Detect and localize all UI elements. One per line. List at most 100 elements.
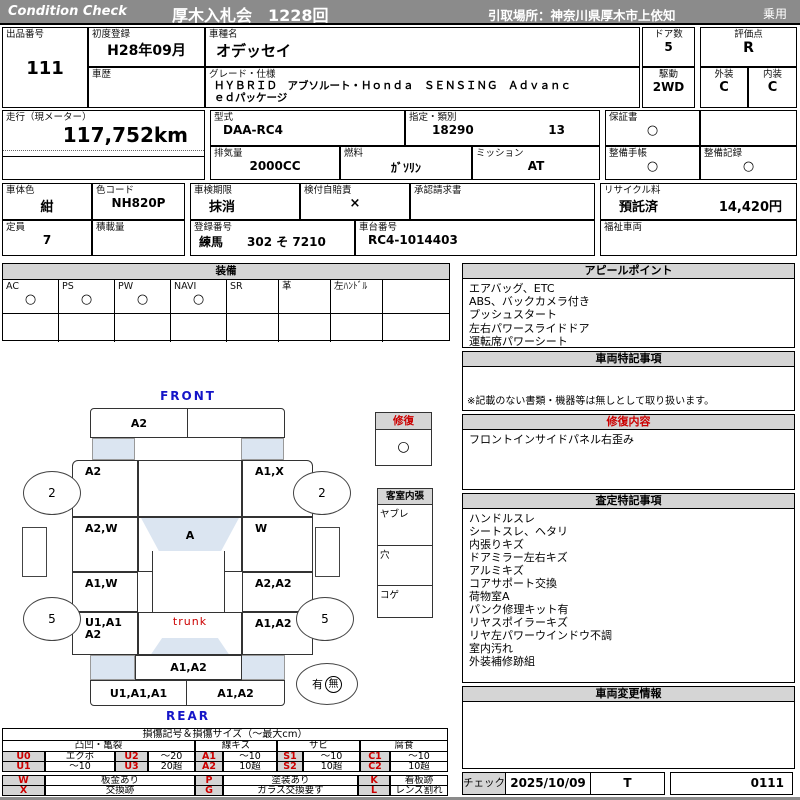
legend-size: 10超 [303,761,360,772]
check-label-cell: チェック [462,772,506,795]
lot-number-label: 出品番号 [6,29,45,40]
cabin-interior-title: 客室内張 [378,489,432,505]
registration-number-value: 練馬 302 そ 7210 [199,235,326,249]
lot-number-value: 111 [26,58,64,79]
score-value: R [743,40,754,56]
equip-label: SR [230,281,243,292]
body-color-label: 車体色 [6,185,35,196]
maintenance-book-value: ○ [646,159,659,174]
interior-grade-value: C [767,80,778,95]
chassis-number-value: RC4-1014403 [368,233,458,247]
assessment-line: 荷物室A [469,590,510,603]
tail-corner-right-shade [240,655,285,680]
doors-cell: ドア数 5 [642,27,695,67]
cabin-interior-box: 客室内張 ヤブレ 穴 コゲ [377,488,433,618]
spare-tire-indicator: 有 無 [296,663,358,705]
capacity-label: 定員 [6,222,26,233]
lot-number-cell: 出品番号 111 [2,27,88,108]
assessment-line: 室内汚れ [469,642,513,655]
legend-desc: レンズ割れ [390,785,448,796]
model-code-cell: 型式 DAA-RC4 [210,110,405,146]
car-history-cell: 車歴 [88,67,205,108]
approval-label: 承認請求書 [414,185,462,196]
assessment-line: パンク修理キット有 [469,603,569,616]
equipment-row-empty [3,314,449,342]
maintenance-record-value: ○ [742,159,755,174]
equip-empty [383,314,449,342]
assessment-line: アルミキズ [469,564,524,577]
front-door-right-marks: W [255,522,268,535]
quarter-left-marks-1: U1,A1 [85,616,122,629]
header-bar: Condition Check 厚木入札会 1228回 引取場所：神奈川県厚木市… [0,0,800,25]
doors-label: ドア数 [654,29,683,40]
interior-grade-cell: 内装 C [748,67,797,108]
repair-detail-line: フロントインサイドパネル右歪み [469,433,634,446]
vehicle-notes-section: 車両特記事項 ※記載のない書類・機器等は無しとして取り扱います。 [462,351,795,411]
registration-number-cell: 登録番号 練馬 302 そ 7210 [190,220,355,256]
model-code-value: DAA-RC4 [223,123,283,137]
vehicle-notes-disclaimer: ※記載のない書類・機器等は無しとして取り扱います。 [467,396,715,407]
equipment-col-sr: SR [227,280,279,313]
model-name-label: 車種名 [209,29,238,40]
legend-size: ～10 [45,761,115,772]
vehicle-notes-title: 車両特記事項 [463,352,794,367]
payload-cell: 積載量 [92,220,185,256]
appeal-line: プッシュスタート [469,308,557,322]
appeal-line: エアバッグ、ETC [469,282,555,295]
equip-empty [331,314,383,342]
legend-code: U3 [115,761,148,772]
equip-mark: ○ [24,292,37,307]
designation-label: 指定・類別 [409,112,457,123]
assessment-notes-body: ハンドルスレ シートスレ、ヘタリ 内張りキズ ドアミラー左右キズ アルミキズ コ… [463,509,794,671]
cabin-interior-row-tear: ヤブレ [378,505,432,546]
rear-bumper-right-cell: A1,A2 [186,680,285,706]
trunk-label: trunk [172,615,208,628]
fuel-cell: 燃料 ｶﾞｿﾘﾝ [340,146,472,180]
body-color-value: 紺 [40,200,54,215]
designation-values: 18290 13 [406,123,599,137]
equip-empty [59,314,115,342]
tire-rear-left-mark: 5 [23,597,81,641]
assessment-line: 外装補修跡組 [469,655,535,668]
change-info-section: 車両変更情報 [462,686,795,769]
check-date: 2025/10/09 [506,773,591,794]
warranty-cell: 保証書 ○ [605,110,700,146]
assessment-line: ドアミラー左右キズ [469,551,568,564]
designation-cell: 指定・類別 18290 13 [405,110,600,146]
inspection-value: 抹消 [209,200,236,215]
appeal-line: 運転席パワーシート [469,334,568,348]
cabin-interior-row-burn: コゲ [380,590,400,601]
side-step-right [315,527,340,577]
appeal-points-body: エアバッグ、ETC ABS、バックカメラ付き プッシュスタート 左右パワースライ… [463,279,794,351]
displacement-cell: 排気量 2000CC [210,146,340,180]
rear-door-left-marks: A1,W [85,577,118,590]
quarter-left-cell: U1,A1 A2 [72,612,138,655]
quarter-left-marks-2: A2 [85,628,102,641]
score-cell: 評価点 R [700,27,797,67]
grade-line2: ｅｄパッケージ [214,92,288,104]
legend-size: 10超 [223,761,277,772]
score-label: 評価点 [734,29,763,40]
designation-no2: 13 [548,123,565,137]
exterior-grade-value: C [719,80,729,95]
first-registration-label: 初度登録 [92,29,131,40]
rear-door-left-cell: A1,W [72,572,138,612]
equip-label: AC [6,281,19,292]
equipment-table: 装備 AC ○ PS ○ PW ○ NAVI ○ SR 革 左ﾊﾝﾄﾞﾙ [2,263,450,342]
tire-rear-right-mark: 5 [296,597,354,641]
jibaiseki-cell: 検付自賠責 × [300,183,410,220]
displacement-value: 2000CC [249,159,301,173]
assessment-line: リヤスポイラーキズ [469,616,568,629]
legend-code: L [358,785,390,796]
legend-code: C2 [360,761,390,772]
equip-label: 革 [282,281,292,292]
grade-line1: ＨＹＢＲＩＤ アブソルート・Ｈｏｎｄａ ＳＥＮＳＩＮＧ Ａｄｖａｎｃ [214,80,571,92]
legend-desc: 交換跡 [45,785,195,796]
model-name-cell: 車種名 オデッセイ [205,27,640,67]
check-date-box: 2025/10/09 T [505,772,665,795]
first-registration-cell: 初度登録 H28年09月 [88,27,205,67]
equip-label [383,280,449,282]
assessment-line: ハンドルスレ [469,512,535,525]
transmission-label: ミッション [476,148,524,159]
tire-front-right-mark: 2 [293,471,351,515]
